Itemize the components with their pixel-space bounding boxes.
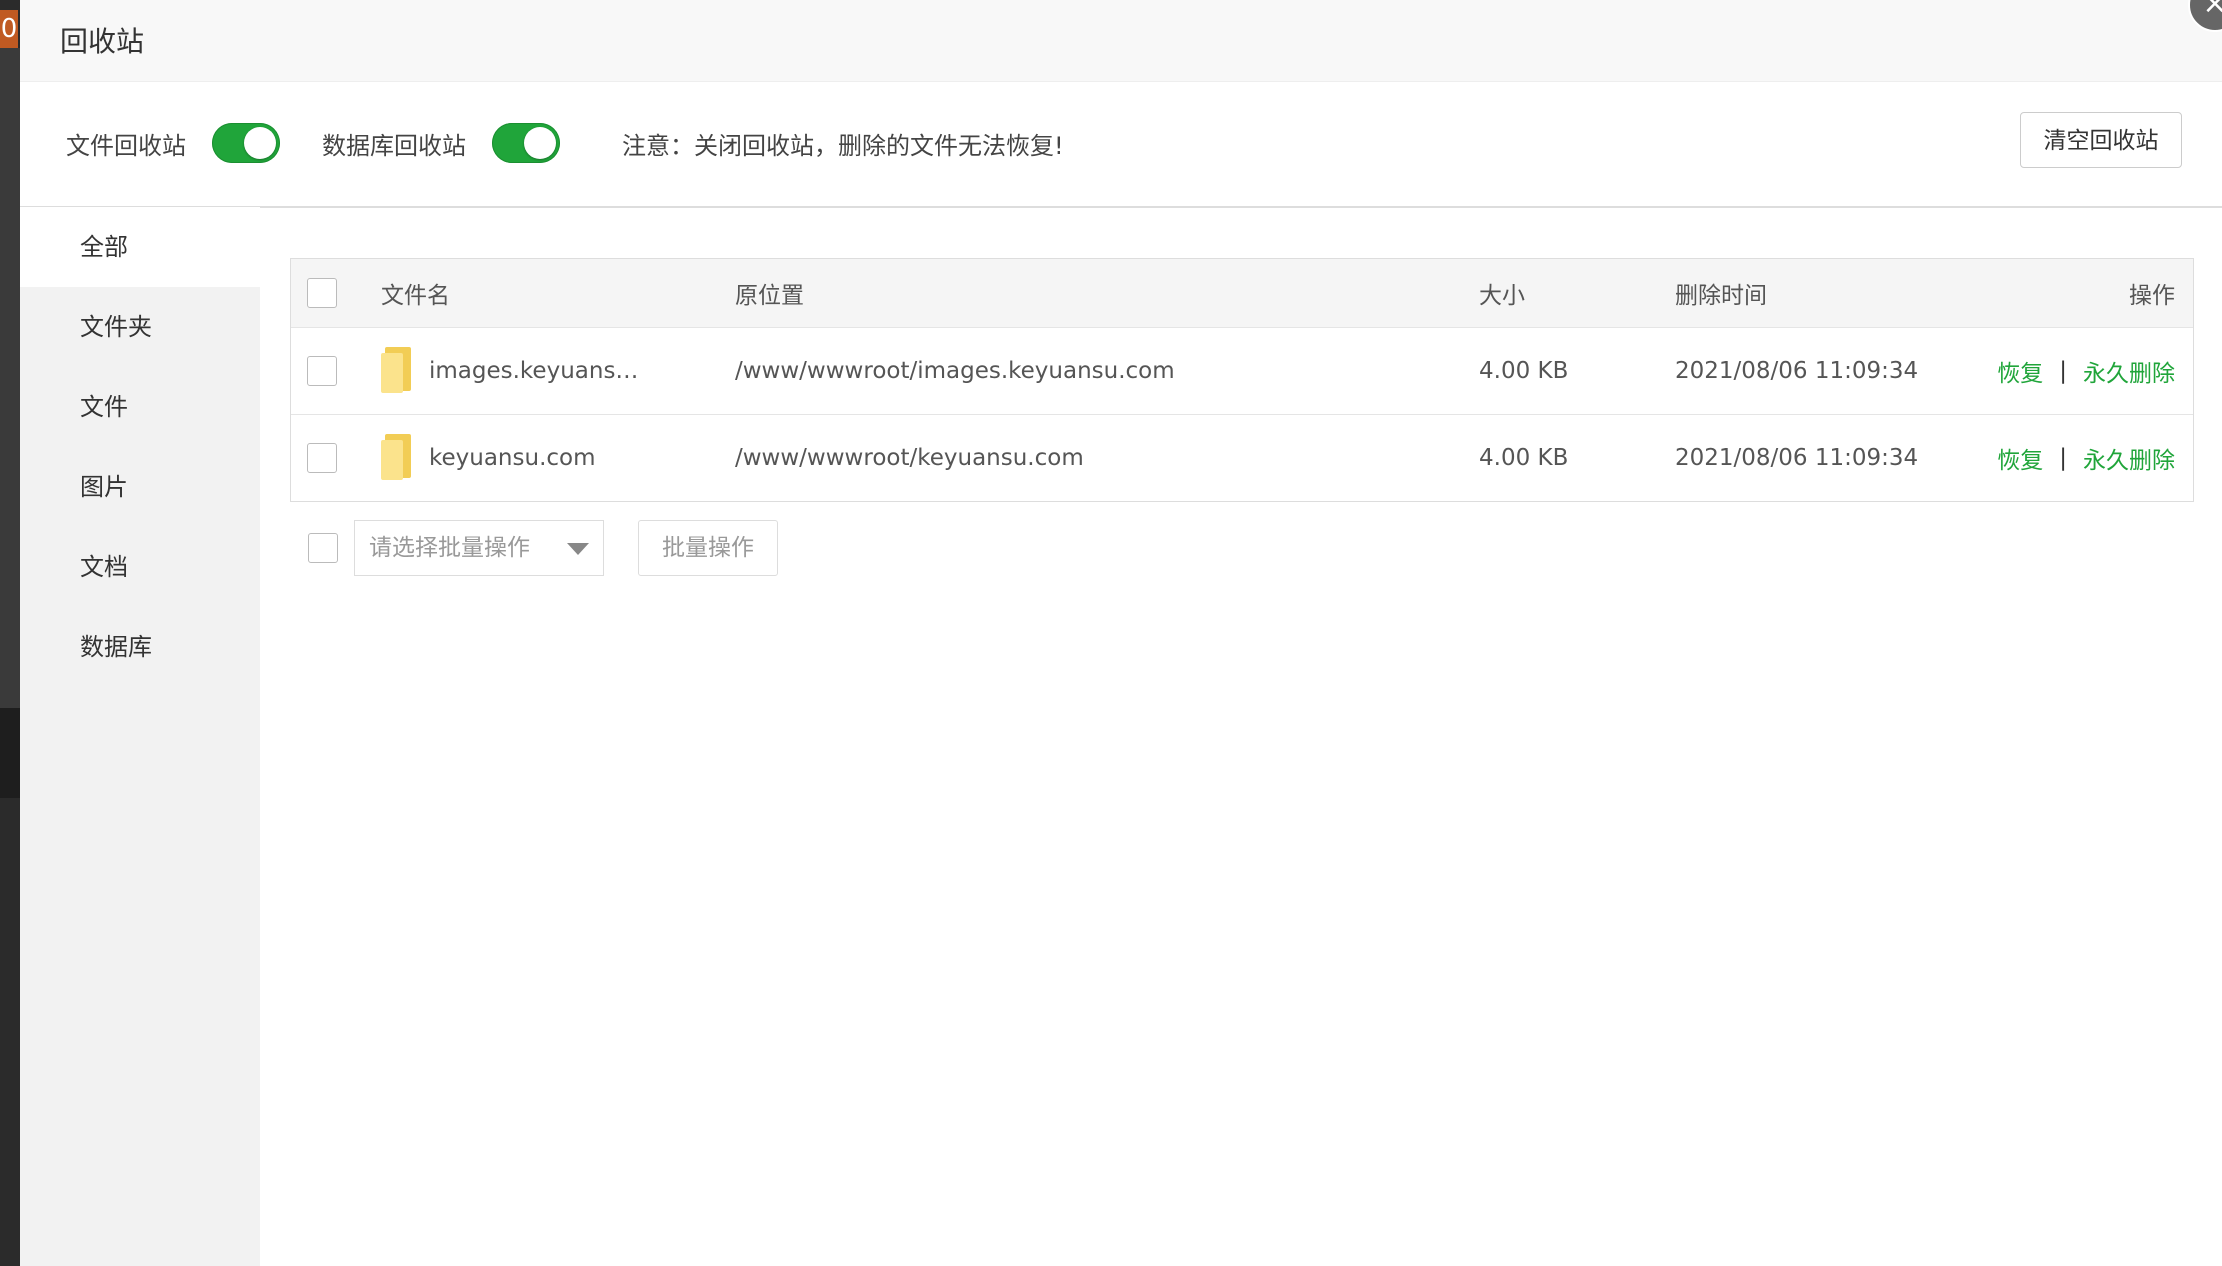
row-checkbox[interactable] <box>307 443 337 473</box>
batch-select-all-checkbox[interactable] <box>308 533 338 563</box>
restore-link[interactable]: 恢复 <box>1997 441 2043 475</box>
db-recycle-toggle[interactable] <box>492 123 560 163</box>
sidebar-item-images[interactable]: 图片 <box>20 447 260 527</box>
original-location: /www/wwwroot/keyuansu.com <box>735 445 1084 471</box>
recycle-notice: 注意：关闭回收站，删除的文件无法恢复! <box>622 132 1064 160</box>
background-window-strip: 0 <box>0 0 20 1266</box>
file-name: keyuansu.com <box>429 445 596 471</box>
action-separator: | <box>2059 358 2067 384</box>
table-row: images.keyuans… /www/wwwroot/images.keyu… <box>291 327 2193 414</box>
restore-link[interactable]: 恢复 <box>1997 354 2043 388</box>
folder-icon <box>381 434 411 482</box>
toggle-knob <box>244 127 276 159</box>
column-header-location: 原位置 <box>735 283 804 309</box>
file-recycle-toggle[interactable] <box>212 123 280 163</box>
recycle-table: 文件名 原位置 大小 删除时间 操作 images.keyuans… /www/… <box>290 258 2194 502</box>
row-checkbox[interactable] <box>307 356 337 386</box>
table-row: keyuansu.com /www/wwwroot/keyuansu.com 4… <box>291 414 2193 501</box>
clear-recycle-bin-button[interactable]: 清空回收站 <box>2020 112 2182 168</box>
deleted-time: 2021/08/06 11:09:34 <box>1675 445 1919 471</box>
column-header-name[interactable]: 文件名 <box>381 259 450 327</box>
recycle-bin-dialog: 回收站 × 文件回收站 数据库回收站 注意：关闭回收站，删除的文件无法恢复! 清… <box>20 0 2222 1266</box>
table-header: 文件名 原位置 大小 删除时间 操作 <box>291 259 2193 327</box>
sidebar-item-folders[interactable]: 文件夹 <box>20 287 260 367</box>
background-badge: 0 <box>0 10 18 48</box>
batch-operation-button[interactable]: 批量操作 <box>638 520 778 576</box>
permanent-delete-link[interactable]: 永久删除 <box>2083 441 2175 475</box>
toggle-knob <box>524 127 556 159</box>
category-sidebar: 全部 文件夹 文件 图片 文档 数据库 <box>20 207 260 1266</box>
file-size: 4.00 KB <box>1479 445 1569 471</box>
background-panel-dark <box>0 708 20 798</box>
column-header-size[interactable]: 大小 <box>1479 259 1525 327</box>
sidebar-item-databases[interactable]: 数据库 <box>20 607 260 687</box>
permanent-delete-link[interactable]: 永久删除 <box>2083 354 2175 388</box>
original-location: /www/wwwroot/images.keyuansu.com <box>735 358 1175 384</box>
file-size: 4.00 KB <box>1479 358 1569 384</box>
sidebar-item-all[interactable]: 全部 <box>20 207 260 287</box>
column-header-deleted-time[interactable]: 删除时间 <box>1675 259 1767 327</box>
column-header-actions: 操作 <box>2129 283 2175 309</box>
batch-operation-select[interactable]: 请选择批量操作 <box>354 520 604 576</box>
db-recycle-label: 数据库回收站 <box>322 132 466 160</box>
dialog-header: 回收站 × <box>20 0 2222 82</box>
sidebar-item-documents[interactable]: 文档 <box>20 527 260 607</box>
file-recycle-label: 文件回收站 <box>66 132 186 160</box>
background-panel <box>0 48 20 708</box>
sidebar-item-files[interactable]: 文件 <box>20 367 260 447</box>
dialog-title: 回收站 <box>60 25 145 58</box>
deleted-time: 2021/08/06 11:09:34 <box>1675 358 1919 384</box>
action-separator: | <box>2059 445 2067 471</box>
file-name: images.keyuans… <box>429 358 639 384</box>
folder-icon <box>381 347 411 395</box>
close-icon[interactable]: × <box>2188 0 2222 32</box>
select-all-checkbox[interactable] <box>307 278 337 308</box>
batch-select-placeholder: 请选择批量操作 <box>369 535 530 561</box>
chevron-down-icon <box>567 543 589 555</box>
batch-operations-bar: 请选择批量操作 批量操作 <box>308 520 1208 576</box>
